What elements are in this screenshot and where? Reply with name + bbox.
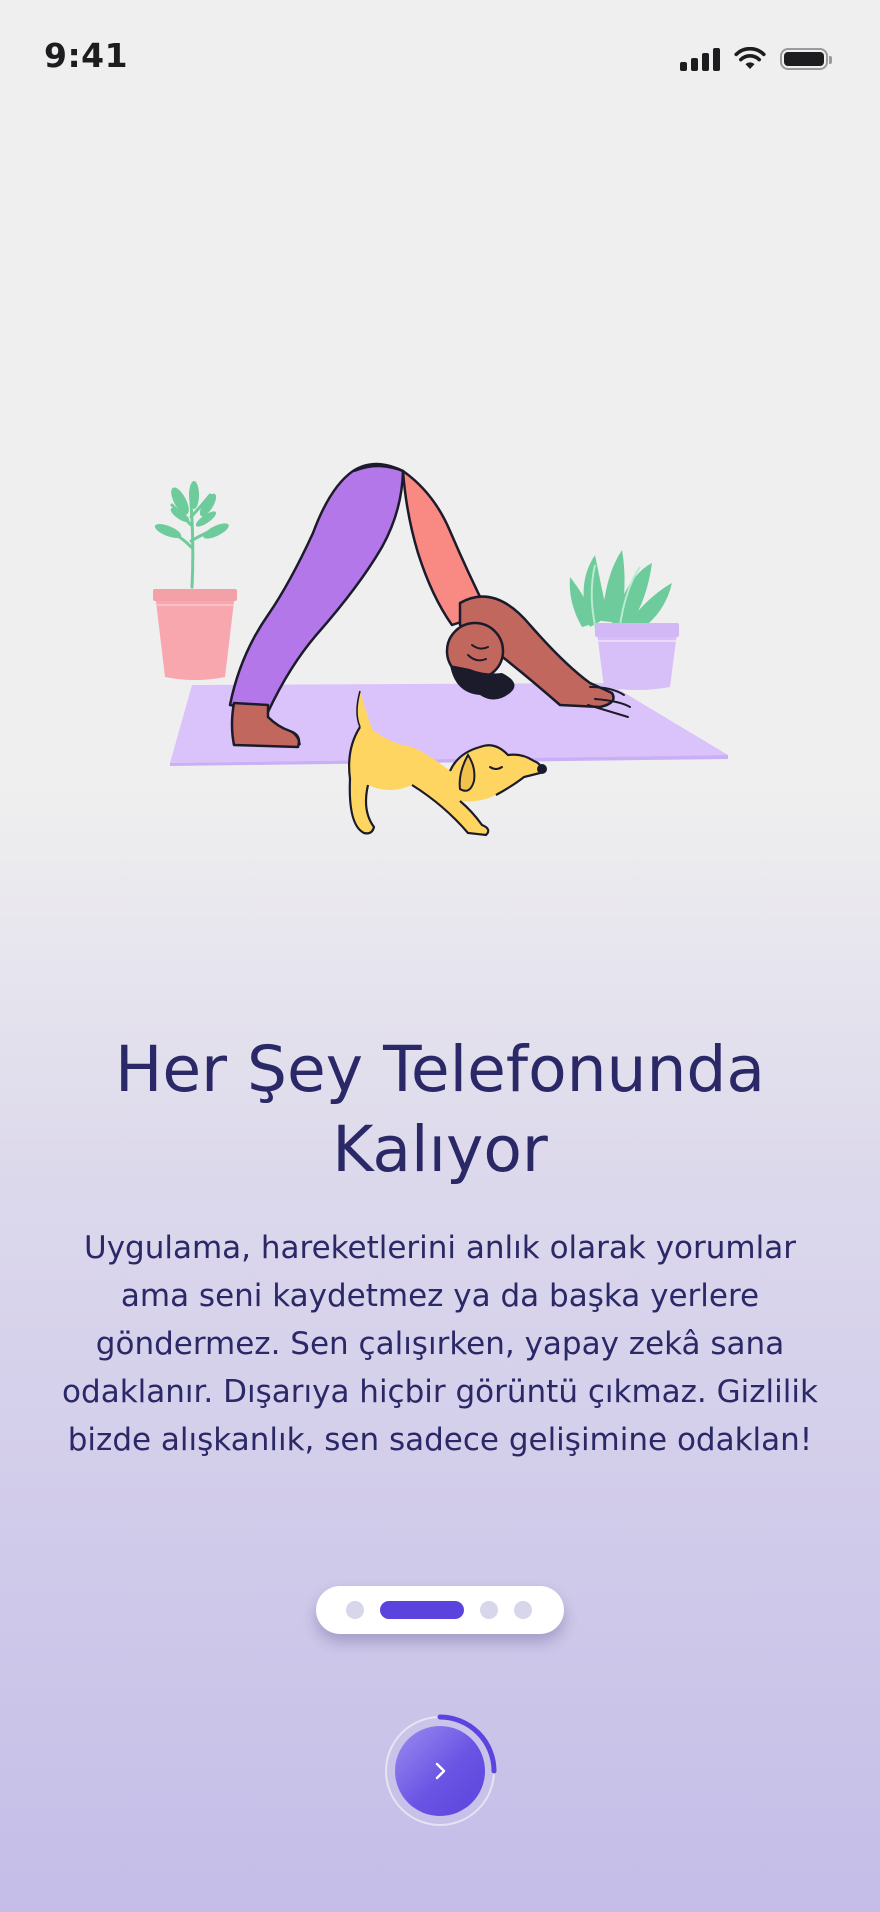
page-dot-2-active[interactable] bbox=[380, 1601, 464, 1619]
page-dot-4[interactable] bbox=[514, 1601, 532, 1619]
status-time: 9:41 bbox=[44, 36, 129, 75]
status-bar: 9:41 bbox=[0, 0, 880, 118]
cellular-signal-icon bbox=[680, 47, 720, 71]
yoga-illustration bbox=[153, 462, 728, 837]
page-dot-3[interactable] bbox=[480, 1601, 498, 1619]
chevron-right-icon bbox=[435, 1762, 446, 1780]
potted-plant-right bbox=[569, 550, 679, 690]
next-button[interactable] bbox=[395, 1726, 485, 1816]
battery-icon bbox=[780, 48, 832, 70]
page-dot-1[interactable] bbox=[346, 1601, 364, 1619]
next-button-container bbox=[382, 1713, 498, 1829]
potted-plant-left bbox=[153, 481, 237, 680]
onboarding-title: Her Şey Telefonunda Kalıyor bbox=[114, 1033, 766, 1186]
status-icons bbox=[680, 44, 832, 74]
page-indicator bbox=[316, 1586, 564, 1634]
onboarding-description: Uygulama, hareketlerini anlık olarak yor… bbox=[62, 1230, 818, 1458]
wifi-icon bbox=[734, 47, 766, 69]
